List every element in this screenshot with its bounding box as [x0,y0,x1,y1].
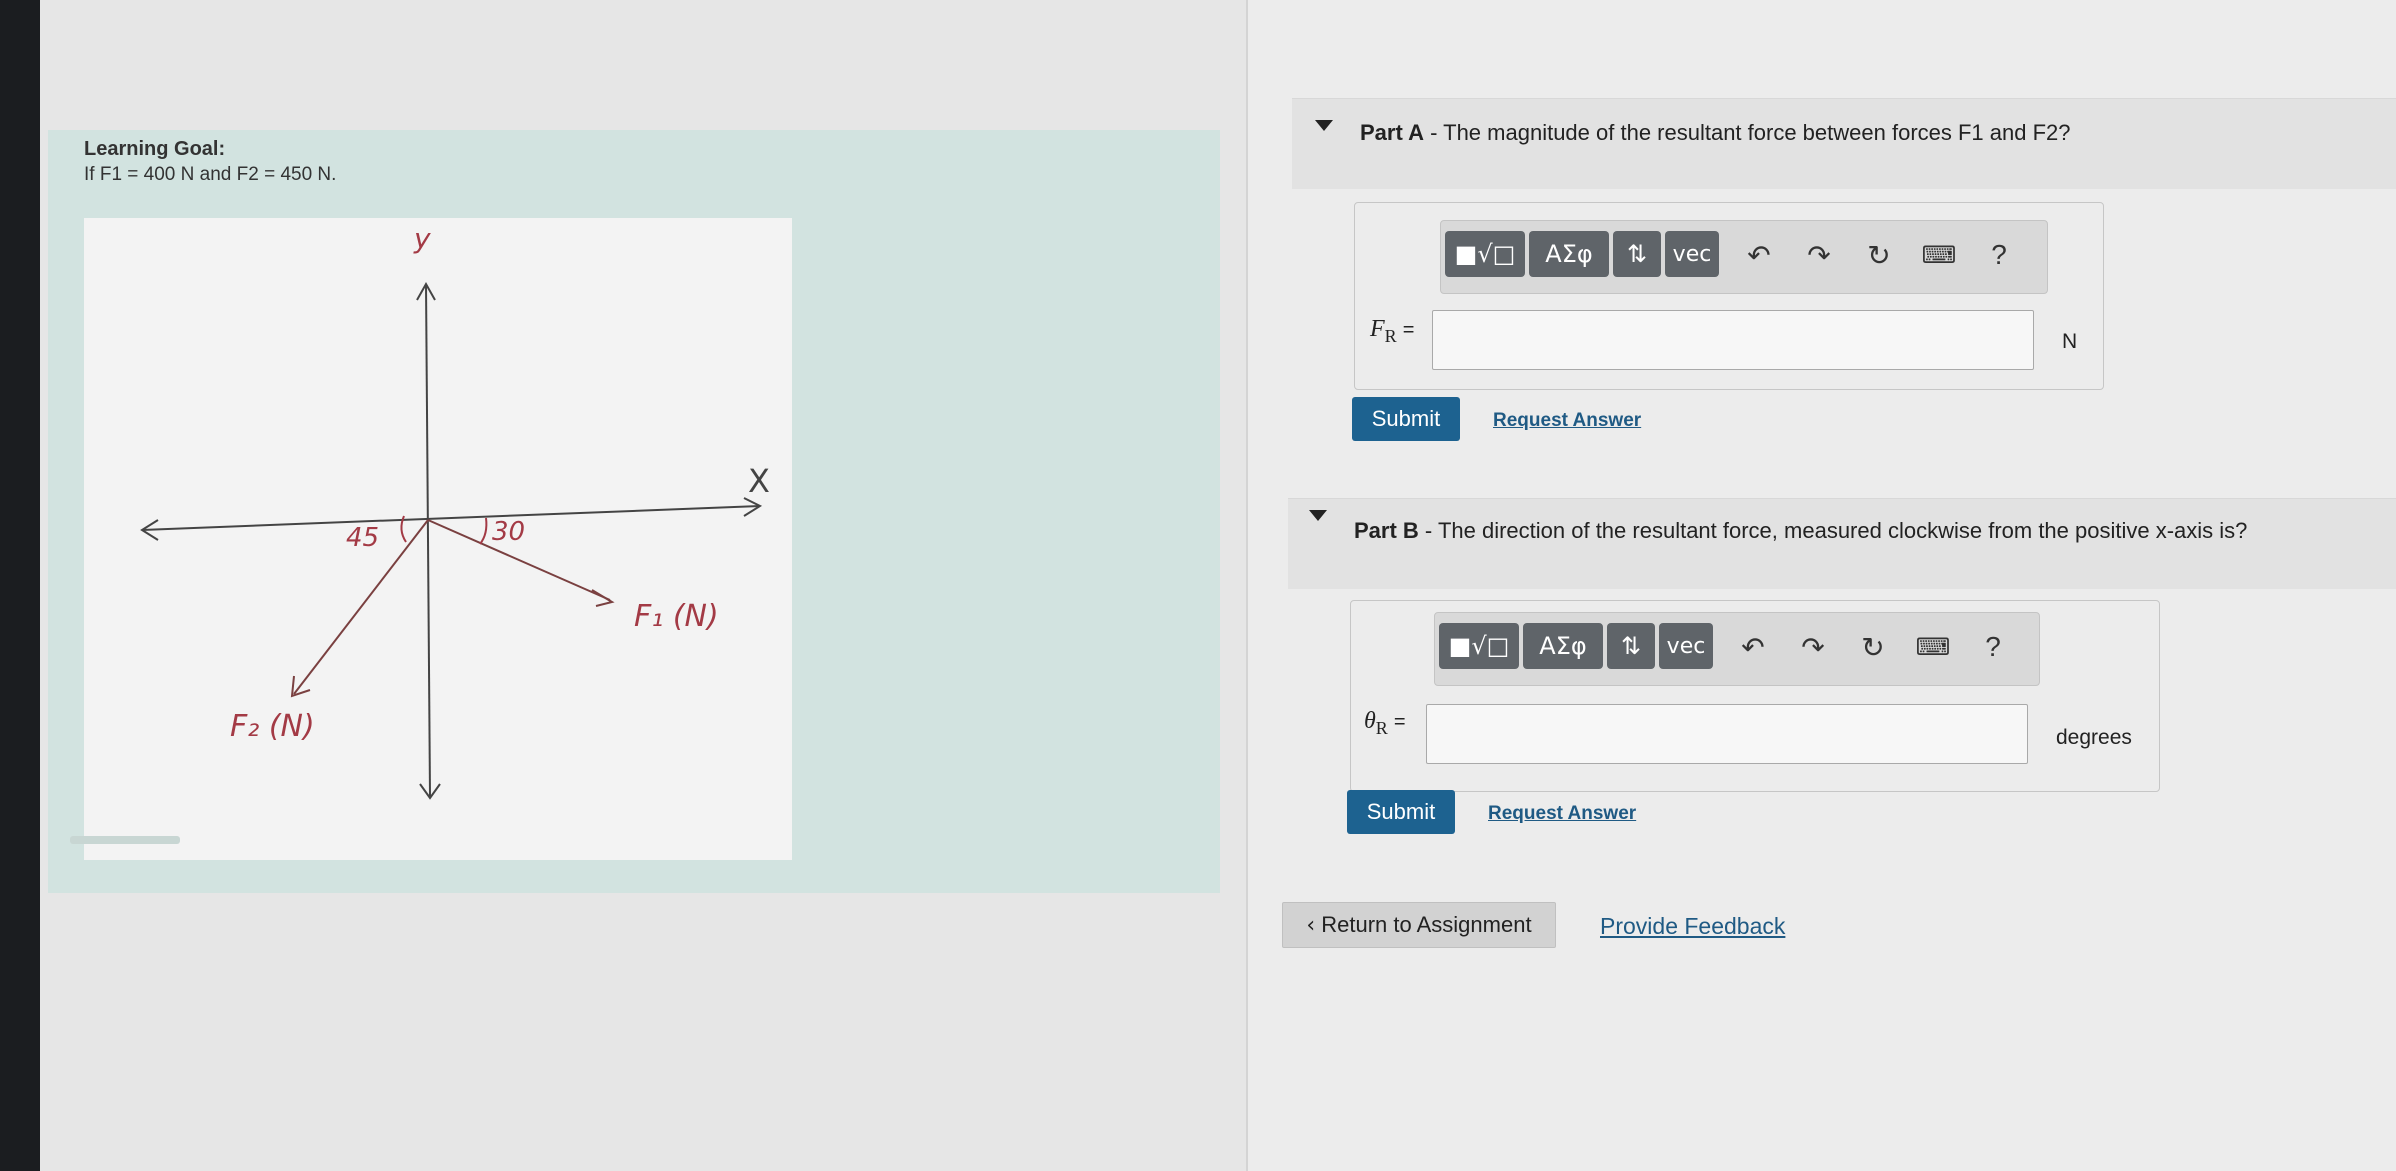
f1-label: F₁ (N) [634,599,719,634]
part-b-answer-input[interactable] [1426,704,2028,764]
part-b-title: Part B - The direction of the resultant … [1354,518,2247,544]
part-b-submit-button[interactable]: Submit [1347,790,1455,834]
screen-bezel [0,0,40,1171]
x-axis-line [141,505,761,531]
help-icon[interactable]: ? [1981,235,2017,275]
templates-button[interactable]: ■√□ [1439,623,1519,669]
learning-goal-text: If F1 = 400 N and F2 = 450 N. [84,164,337,185]
y-axis-label: y [413,222,431,255]
collapse-caret-icon[interactable] [1315,120,1333,131]
part-b-unit: degrees [2056,726,2132,749]
part-a-title: Part A - The magnitude of the resultant … [1360,120,2071,146]
subscript-superscript-button[interactable]: ⇅ [1607,623,1655,669]
scanner-watermark [70,836,180,844]
part-a-variable: FR = [1370,316,1415,346]
return-to-assignment-button[interactable]: ‹ Return to Assignment [1282,902,1556,948]
templates-button[interactable]: ■√□ [1445,231,1525,277]
part-a-unit: N [2062,330,2078,353]
provide-feedback-link[interactable]: Provide Feedback [1600,913,1785,940]
return-to-assignment-label: Return to Assignment [1321,912,1532,937]
pane-divider [1246,0,1248,1171]
greek-symbols-button[interactable]: ΑΣφ [1523,623,1603,669]
part-b-variable: θR = [1364,708,1406,738]
undo-icon[interactable]: ↶ [1735,627,1771,667]
redo-icon[interactable]: ↷ [1795,627,1831,667]
vector-button[interactable]: vec [1665,231,1719,277]
force-diagram-svg: y X 30 45 F₁ (N) F₂ (N) [140,222,770,800]
chevron-left-icon: ‹ [1306,912,1316,938]
part-b-math-toolbar: ■√□ ΑΣφ ⇅ vec ↶ ↷ ↻ ⌨ ? [1434,612,2040,686]
part-b-question: - The direction of the resultant force, … [1418,518,2248,543]
keyboard-icon[interactable]: ⌨ [1921,235,1957,275]
reset-icon[interactable]: ↻ [1861,235,1897,275]
angle-arc-30 [479,517,488,545]
f2-label: F₂ (N) [230,709,315,744]
keyboard-icon[interactable]: ⌨ [1915,627,1951,667]
part-a-submit-button[interactable]: Submit [1352,397,1460,441]
part-b-label: Part B [1354,518,1419,543]
angle-f1-label: 30 [492,517,525,547]
help-icon[interactable]: ? [1975,627,2011,667]
part-a-question: - The magnitude of the resultant force b… [1423,120,2071,145]
collapse-caret-icon[interactable] [1309,510,1327,521]
part-a-answer-input[interactable] [1432,310,2034,370]
angle-f2-label: 45 [346,523,379,553]
part-b-request-answer-link[interactable]: Request Answer [1488,803,1636,825]
undo-icon[interactable]: ↶ [1741,235,1777,275]
greek-symbols-button[interactable]: ΑΣφ [1529,231,1609,277]
learning-goal-title: Learning Goal: [84,138,226,160]
f1-vector-arrowhead [591,589,615,607]
x-axis-label: X [748,462,770,500]
subscript-superscript-button[interactable]: ⇅ [1613,231,1661,277]
part-a-request-answer-link[interactable]: Request Answer [1493,410,1641,432]
part-a-label: Part A [1360,120,1424,145]
redo-icon[interactable]: ↷ [1801,235,1837,275]
force-diagram: y X 30 45 F₁ (N) F₂ (N) [84,218,792,860]
vector-button[interactable]: vec [1659,623,1713,669]
reset-icon[interactable]: ↻ [1855,627,1891,667]
y-axis-line [425,283,431,797]
part-a-math-toolbar: ■√□ ΑΣφ ⇅ vec ↶ ↷ ↻ ⌨ ? [1440,220,2048,294]
